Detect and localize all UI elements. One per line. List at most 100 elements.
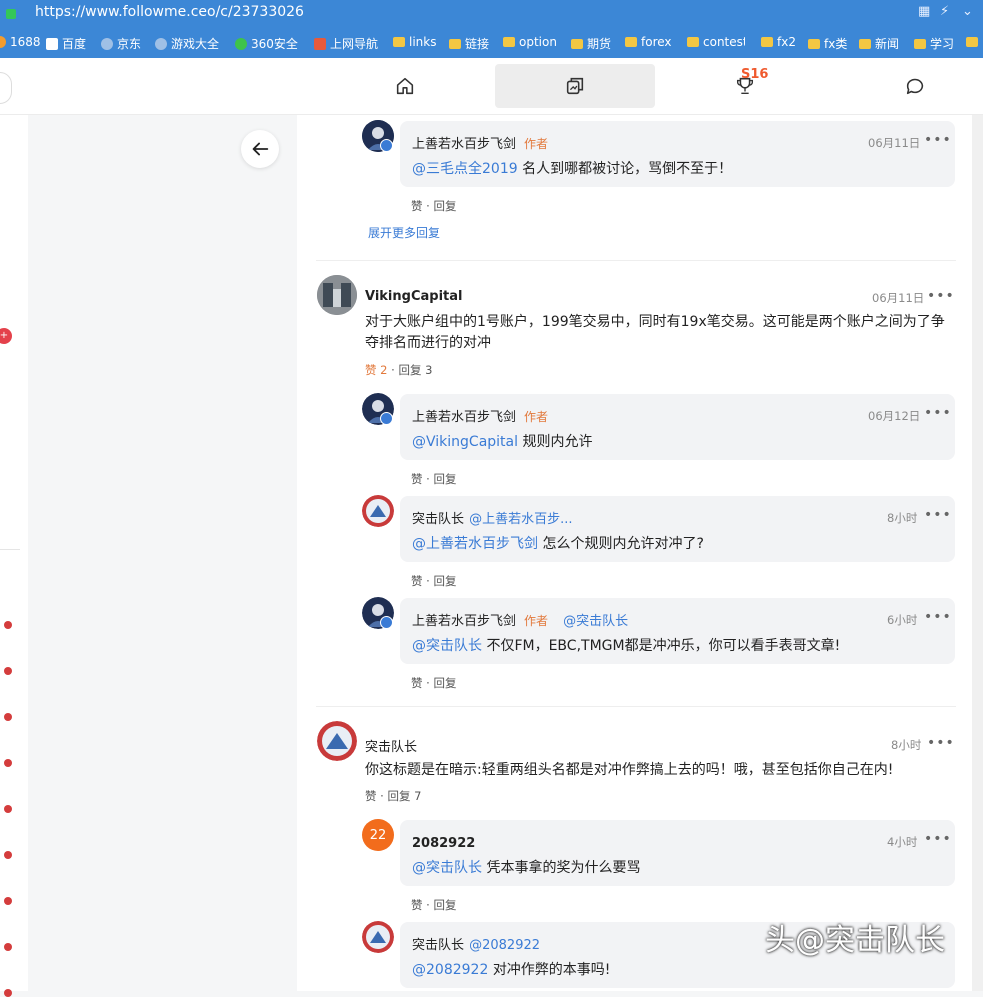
more-options-icon[interactable]: ••• <box>924 831 952 847</box>
avatar[interactable] <box>362 921 394 953</box>
reply-bubble: 上善若水百步飞剑 作者 06月12日 ••• @VikingCapital 规则内… <box>400 394 955 460</box>
bookmark-folder-study[interactable]: 学习 <box>914 35 954 52</box>
more-options-icon[interactable]: ••• <box>927 735 955 751</box>
bookmark-folder-option[interactable]: option <box>503 35 557 49</box>
bookmark-folder-links-cn[interactable]: 链接 <box>449 35 489 52</box>
avatar[interactable] <box>362 495 394 527</box>
reply-username[interactable]: 突击队长 <box>412 938 464 953</box>
avatar[interactable] <box>317 275 357 315</box>
more-options-icon[interactable]: ••• <box>927 288 955 304</box>
more-options-icon[interactable]: ••• <box>924 609 952 625</box>
reply-button[interactable]: 回复 <box>433 199 456 213</box>
bookmark-folder-forex[interactable]: forex <box>625 35 672 49</box>
bookmark-folder-overflow[interactable] <box>966 35 982 49</box>
reply-username[interactable]: 上善若水百步飞剑 <box>412 137 516 152</box>
reply-button[interactable]: 回复 <box>433 574 456 588</box>
like-button[interactable]: 赞 <box>411 676 423 690</box>
mention-link[interactable]: @VikingCapital <box>412 434 518 450</box>
chevron-down-icon[interactable]: ⌄ <box>962 4 973 19</box>
reply-actions: 赞 · 回复 <box>411 199 457 213</box>
grid-icon[interactable]: ▦ <box>918 4 930 19</box>
reply-actions: 赞 · 回复 <box>411 898 457 912</box>
avatar[interactable]: 22 <box>362 819 394 851</box>
comment-text: 对于大账户组中的1号账户，199笔交易中，同时有19x笔交易。这可能是两个账户之… <box>365 314 945 351</box>
reply-time: 4小时 <box>887 835 918 849</box>
reply-button[interactable]: 回复 <box>433 898 456 912</box>
nav-home-button[interactable] <box>325 64 485 108</box>
comment-divider <box>316 260 956 261</box>
bookmark-folder-fx-class[interactable]: fx类 <box>808 35 847 52</box>
reply-button[interactable]: 回复 7 <box>387 789 421 803</box>
copy-trade-icon <box>566 77 584 95</box>
mention-link[interactable]: @三毛点全2019 <box>412 161 518 177</box>
reply-text: 对冲作弊的本事吗! <box>492 962 611 978</box>
reply-time: 6小时 <box>887 613 918 627</box>
comment-username[interactable]: 突击队长 <box>365 736 417 755</box>
browser-address-bar[interactable]: https://www.followme.ceo/c/23733026 ▦ ⚡ … <box>0 0 983 28</box>
nav-chat-button[interactable] <box>835 64 983 108</box>
avatar[interactable] <box>317 721 357 761</box>
more-options-icon[interactable]: ••• <box>924 405 952 421</box>
reply-username[interactable]: 突击队长 <box>412 512 464 527</box>
folder-icon <box>859 39 871 49</box>
bookmark-360[interactable]: 360安全 <box>235 35 298 52</box>
author-tag: 作者 <box>524 137 549 151</box>
scrollbar[interactable] <box>972 115 983 991</box>
reply-to-mention[interactable]: @2082922 <box>469 938 540 953</box>
like-button[interactable]: 赞 2 <box>365 363 387 377</box>
like-button[interactable]: 赞 <box>411 472 423 486</box>
reply-to-mention[interactable]: @上善若水百步... <box>469 512 572 527</box>
reply-username[interactable]: 上善若水百步飞剑 <box>412 614 516 629</box>
reply-button[interactable]: 回复 3 <box>398 363 432 377</box>
list-dot-icon <box>4 897 12 905</box>
mention-link[interactable]: @突击队长 <box>412 638 482 654</box>
list-dot-icon <box>4 621 12 629</box>
like-button[interactable]: 赞 <box>411 898 423 912</box>
folder-icon <box>625 37 637 47</box>
bookmark-folder-contest[interactable]: contest <box>687 35 745 49</box>
mention-link[interactable]: @2082922 <box>412 962 488 978</box>
comment-username[interactable]: VikingCapital <box>365 289 462 304</box>
bookmark-folder-futures[interactable]: 期货 <box>571 35 611 52</box>
like-button[interactable]: 赞 <box>411 574 423 588</box>
lightning-icon[interactable]: ⚡ <box>940 4 949 19</box>
bookmark-folder-fx2[interactable]: fx2 <box>761 35 796 49</box>
like-button[interactable]: 赞 <box>411 199 423 213</box>
plus-badge-icon[interactable]: + <box>0 328 12 344</box>
paw-icon <box>46 38 58 50</box>
shield-plus-icon <box>235 38 247 50</box>
mention-link[interactable]: @上善若水百步飞剑 <box>412 536 538 552</box>
reply-button[interactable]: 回复 <box>433 676 456 690</box>
folder-icon <box>393 37 405 47</box>
back-button[interactable] <box>241 130 279 168</box>
bookmark-folder-links[interactable]: links <box>393 35 436 49</box>
bookmark-nav[interactable]: 上网导航 <box>314 35 378 52</box>
reply-button[interactable]: 回复 <box>433 472 456 486</box>
list-dot-icon <box>4 989 12 997</box>
more-options-icon[interactable]: ••• <box>924 507 952 523</box>
bookmark-1688[interactable]: 1688 <box>0 35 41 49</box>
reply-actions: 赞 · 回复 <box>411 472 457 486</box>
bookmark-games[interactable]: 游戏大全 <box>155 35 219 52</box>
search-pill-edge[interactable] <box>0 72 12 104</box>
expand-more-replies-link[interactable]: 展开更多回复 <box>368 224 440 241</box>
left-sidebar-partial: + <box>0 115 28 997</box>
bookmark-folder-news[interactable]: 新闻 <box>859 35 899 52</box>
reply-bubble: 上善若水百步飞剑 作者 06月11日 ••• @三毛点全2019 名人到哪都被讨论… <box>400 121 955 187</box>
bookmark-baidu[interactable]: 百度 <box>46 35 86 52</box>
like-button[interactable]: 赞 <box>365 789 377 803</box>
nav-copy-trade-button[interactable] <box>495 64 655 108</box>
reply-username[interactable]: 2082922 <box>412 836 475 851</box>
globe-icon <box>101 38 113 50</box>
more-options-icon[interactable]: ••• <box>924 132 952 148</box>
comment-divider <box>316 706 956 707</box>
bookmark-jd[interactable]: 京东 <box>101 35 141 52</box>
url-text[interactable]: https://www.followme.ceo/c/23733026 <box>35 4 304 20</box>
reply-to-mention[interactable]: @突击队长 <box>563 614 628 629</box>
nav-contest-button[interactable]: S16 <box>665 64 825 108</box>
author-tag: 作者 <box>524 614 549 628</box>
reply-username[interactable]: 上善若水百步飞剑 <box>412 410 516 425</box>
verified-badge-icon <box>380 412 393 425</box>
reply-text: 不仅FM，EBC,TMGM都是冲冲乐，你可以看手表哥文章! <box>486 638 841 654</box>
mention-link[interactable]: @突击队长 <box>412 860 482 876</box>
